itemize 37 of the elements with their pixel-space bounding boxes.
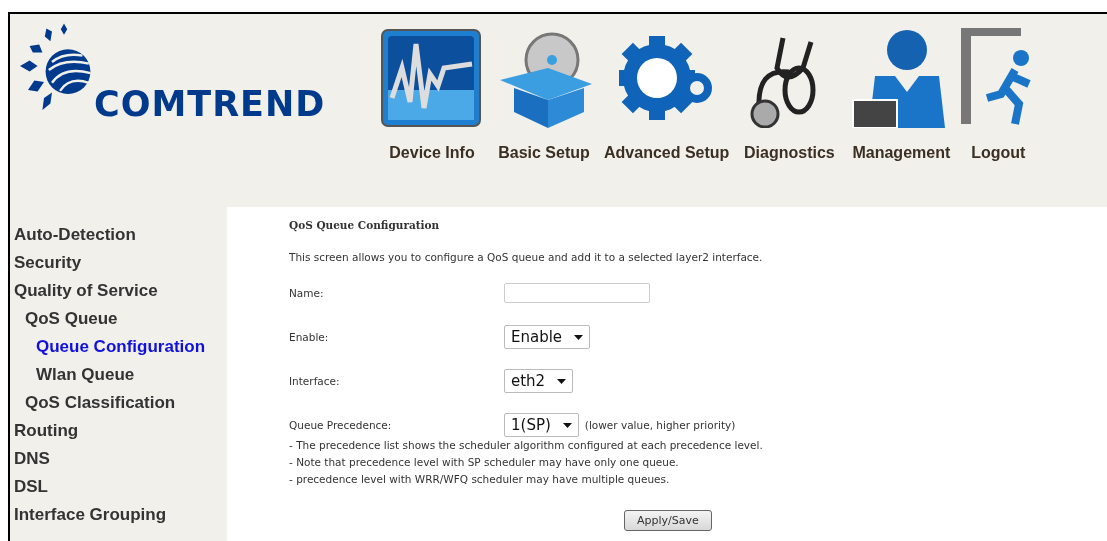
caret-icon xyxy=(562,422,572,428)
nav-link[interactable]: Basic Setup xyxy=(492,28,596,207)
note-text: - precedence level with WRR/WFQ scheduler may have multiple queues. xyxy=(289,472,671,487)
hint-text: (lower value, higher priority) xyxy=(584,419,736,431)
name-input[interactable] xyxy=(504,283,650,303)
field-label: Interface: xyxy=(289,375,341,387)
sidebar-link[interactable]: Queue Configuration xyxy=(14,333,227,361)
nav-link[interactable]: Device Info xyxy=(380,28,484,207)
sidebar-link[interactable]: Quality of Service xyxy=(14,277,227,305)
sidebar-link[interactable]: Auto-Detection xyxy=(14,221,227,249)
sidebar-link[interactable]: Routing xyxy=(14,417,227,445)
caret-icon xyxy=(557,378,567,384)
dropdown[interactable]: eth2 xyxy=(504,369,574,393)
sidebar-link[interactable]: DSL xyxy=(14,473,227,501)
note-text: - The precedence list shows the scheduler algorithm configured at each precedence level. xyxy=(289,438,764,453)
sidebar-link[interactable]: Interface Grouping xyxy=(14,501,227,529)
logo-wordmark: COMTREND xyxy=(94,84,326,124)
monitor-graph-icon xyxy=(380,28,484,128)
nav-link[interactable]: Diagnostics xyxy=(737,28,842,207)
field-label: Name: xyxy=(289,287,325,299)
nav-link[interactable]: Advanced Setup xyxy=(604,28,730,207)
sidebar-link[interactable]: QoS Queue xyxy=(14,305,227,333)
dropdown[interactable]: Enable xyxy=(504,325,591,349)
note-text: - Note that precedence level with SP scheduler may have only one queue. xyxy=(289,455,680,470)
page-title: QoS Queue Configuration xyxy=(289,219,441,231)
apply-save-button[interactable]: Apply/Save xyxy=(624,510,712,531)
sidebar-link[interactable]: DNS xyxy=(14,445,227,473)
sidebar-link[interactable]: Wlan Queue xyxy=(14,361,227,389)
field-label: Enable: xyxy=(289,331,330,343)
field-label: Queue Precedence: xyxy=(289,419,393,431)
caret-icon xyxy=(574,334,584,340)
sidebar-link[interactable]: QoS Classification xyxy=(14,389,227,417)
nav-link[interactable]: Management xyxy=(849,28,954,207)
page-description: This screen allows you to configure a QoS queue and add it to a selected layer2 interface. xyxy=(289,251,764,263)
sidebar-link[interactable]: Security xyxy=(14,249,227,277)
nav-link[interactable]: Logout xyxy=(961,28,1036,207)
dropdown[interactable]: 1(SP) xyxy=(504,413,579,437)
